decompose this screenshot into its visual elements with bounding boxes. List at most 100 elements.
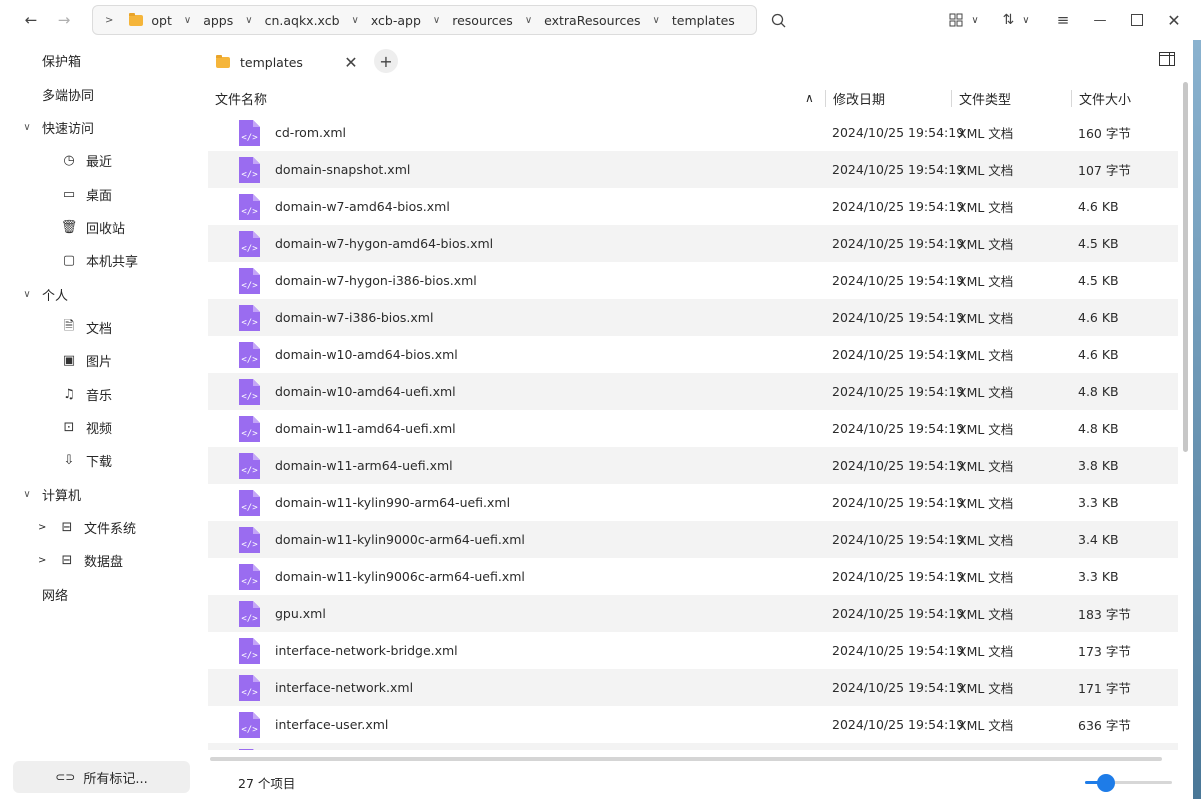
file-type: XML 文档 [958, 681, 1014, 696]
view-mode-button[interactable]: ∨ [944, 6, 984, 34]
chevron-down-icon: ∨ [23, 489, 31, 500]
sort-ascending-icon[interactable]: ∧ [805, 91, 814, 105]
file-row[interactable]: </> domain-w11-kylin990-arm64-uefi.xml 202… [208, 484, 1178, 521]
sidebar-item-data-disk[interactable]: > ⊟ 数据盘 [0, 544, 200, 577]
breadcrumb-extraresources[interactable]: extraResources ∨ [544, 13, 672, 28]
monitor-icon: ▭ [62, 187, 76, 202]
svg-text:</>: </> [241, 540, 258, 550]
zoom-slider-handle[interactable] [1097, 774, 1115, 792]
sidebar-item-desktop[interactable]: ▭ 桌面 [0, 178, 200, 211]
sidebar-item-trash[interactable]: 🗑 回收站 [0, 211, 200, 244]
chevron-down-icon: ∨ [245, 14, 253, 26]
column-header-type[interactable]: 文件类型 [959, 89, 1011, 108]
breadcrumb-expand[interactable]: > [99, 15, 125, 26]
file-list: </> cd-rom.xml 2024/10/25 19:54:19 XML 文档 16… [208, 114, 1178, 750]
sort-button[interactable]: ⇅ ∨ [996, 6, 1036, 34]
sidebar-group-quick-access[interactable]: ∨ 快速访问 [0, 111, 200, 144]
tab-templates[interactable]: templates ✕ [208, 44, 365, 80]
horizontal-scrollbar[interactable] [210, 757, 1162, 761]
clock-icon: ◷ [63, 153, 75, 168]
hamburger-menu-icon: ≡ [1056, 11, 1070, 29]
arrow-right-icon: → [57, 11, 71, 29]
vertical-scrollbar[interactable] [1183, 82, 1188, 452]
svg-text:</>: </> [241, 392, 258, 402]
maximize-icon [1131, 14, 1143, 26]
column-divider[interactable] [1071, 90, 1072, 107]
minimize-button[interactable]: — [1089, 6, 1111, 34]
file-name: domain-w7-i386-bios.xml [275, 310, 434, 325]
sidebar-item-recent[interactable]: ◷ 最近 [0, 144, 200, 177]
all-tags-button[interactable]: ⊂⊃ 所有标记... [13, 761, 190, 793]
file-row-partial[interactable]: </> [208, 743, 1178, 750]
sidebar-item-music[interactable]: ♫ 音乐 [0, 378, 200, 411]
file-row[interactable]: </> gpu.xml 2024/10/25 19:54:19 XML 文档 183 字… [208, 595, 1178, 632]
address-bar[interactable]: > opt ∨ apps ∨ cn.aqkx.xcb ∨ xcb-app ∨ resou… [92, 5, 757, 35]
sidebar-item-multi-device[interactable]: 多端协同 [0, 78, 200, 111]
svg-text:</>: </> [241, 614, 258, 624]
arrow-left-icon: ← [24, 11, 38, 29]
sidebar-item-label: 文档 [86, 322, 113, 337]
file-size: 173 字节 [1078, 644, 1131, 659]
column-header-size[interactable]: 文件大小 [1079, 89, 1131, 108]
chevron-right-icon: > [38, 522, 47, 533]
breadcrumb-cn-aqkx-xcb[interactable]: cn.aqkx.xcb ∨ [265, 13, 371, 28]
breadcrumb-apps[interactable]: apps ∨ [203, 13, 264, 28]
file-row[interactable]: </> interface-user.xml 2024/10/25 19:54:19… [208, 706, 1178, 743]
file-row[interactable]: </> domain-w7-amd64-bios.xml 2024/10/25 19… [208, 188, 1178, 225]
sidebar-item-vault[interactable]: 保护箱 [0, 44, 200, 77]
file-row[interactable]: </> interface-network-bridge.xml 2024/10/2… [208, 632, 1178, 669]
file-row[interactable]: </> domain-w7-i386-bios.xml 2024/10/25 19:… [208, 299, 1178, 336]
breadcrumb-xcb-app[interactable]: xcb-app ∨ [371, 13, 452, 28]
forward-button[interactable]: → [49, 5, 79, 35]
menu-button[interactable]: ≡ [1052, 6, 1074, 34]
sidebar-group-computer[interactable]: ∨ 计算机 [0, 478, 200, 511]
sidebar-item-local-share[interactable]: ▢ 本机共享 [0, 244, 200, 277]
file-row[interactable]: </> domain-w7-hygon-i386-bios.xml 2024/10/… [208, 262, 1178, 299]
sidebar: 保护箱 多端协同 ∨ 快速访问 ◷ 最近 ▭ 桌面 🗑 回收站 ▢ 本机共享 ∨ 个人 🗎 文… [0, 40, 205, 799]
sidebar-group-personal[interactable]: ∨ 个人 [0, 278, 200, 311]
file-row[interactable]: </> domain-w11-amd64-uefi.xml 2024/10/25 1… [208, 410, 1178, 447]
file-row[interactable]: </> cd-rom.xml 2024/10/25 19:54:19 XML 文档 16… [208, 114, 1178, 151]
maximize-button[interactable] [1126, 6, 1148, 34]
sidebar-item-network[interactable]: 网络 [0, 578, 200, 611]
breadcrumb-templates[interactable]: templates [672, 13, 735, 28]
file-date: 2024/10/25 19:54:19 [832, 384, 965, 399]
file-row[interactable]: </> domain-w11-arm64-uefi.xml 2024/10/25 1… [208, 447, 1178, 484]
column-header-date[interactable]: 修改日期 [833, 89, 885, 108]
toggle-detail-panel-button[interactable] [1159, 52, 1177, 70]
search-button[interactable] [766, 6, 790, 34]
file-row[interactable]: </> domain-w11-kylin9000c-arm64-uefi.xml 2… [208, 521, 1178, 558]
sidebar-item-label: 数据盘 [84, 555, 124, 570]
close-window-button[interactable]: ✕ [1163, 6, 1185, 34]
folder-outline-icon: ▢ [62, 253, 76, 268]
file-date: 2024/10/25 19:54:19 [832, 421, 965, 436]
minimize-icon: — [1093, 12, 1107, 28]
file-row[interactable]: </> domain-w7-hygon-amd64-bios.xml 2024/10… [208, 225, 1178, 262]
file-row[interactable]: </> domain-w11-kylin9006c-arm64-uefi.xml 2… [208, 558, 1178, 595]
sidebar-item-filesystem[interactable]: > ⊟ 文件系统 [0, 511, 200, 544]
file-size: 4.5 KB [1078, 273, 1119, 288]
file-size: 171 字节 [1078, 681, 1131, 696]
tab-close-button[interactable]: ✕ [341, 52, 361, 72]
sidebar-item-pictures[interactable]: ▣ 图片 [0, 344, 200, 377]
sidebar-item-documents[interactable]: 🗎 文档 [0, 311, 200, 344]
back-button[interactable]: ← [16, 5, 46, 35]
breadcrumb-opt[interactable]: opt ∨ [151, 13, 203, 28]
file-size: 636 字节 [1078, 718, 1131, 733]
file-row[interactable]: </> interface-network.xml 2024/10/25 19:54… [208, 669, 1178, 706]
file-name: cd-rom.xml [275, 125, 347, 140]
breadcrumb-resources[interactable]: resources ∨ [452, 13, 544, 28]
new-tab-button[interactable]: + [374, 49, 398, 73]
item-count: 27 个项目 [238, 776, 296, 791]
sidebar-item-videos[interactable]: ⊡ 视频 [0, 411, 200, 444]
svg-text:</>: </> [241, 133, 258, 143]
file-row[interactable]: </> domain-snapshot.xml 2024/10/25 19:54:1… [208, 151, 1178, 188]
file-row[interactable]: </> domain-w10-amd64-uefi.xml 2024/10/25 1… [208, 373, 1178, 410]
column-divider[interactable] [825, 90, 826, 107]
sidebar-item-downloads[interactable]: ⇩ 下载 [0, 444, 200, 477]
file-type: XML 文档 [958, 570, 1014, 585]
sort-icon: ⇅ [1002, 12, 1015, 28]
column-header-name[interactable]: 文件名称 [215, 89, 267, 108]
column-divider[interactable] [951, 90, 952, 107]
file-row[interactable]: </> domain-w10-amd64-bios.xml 2024/10/25 1… [208, 336, 1178, 373]
